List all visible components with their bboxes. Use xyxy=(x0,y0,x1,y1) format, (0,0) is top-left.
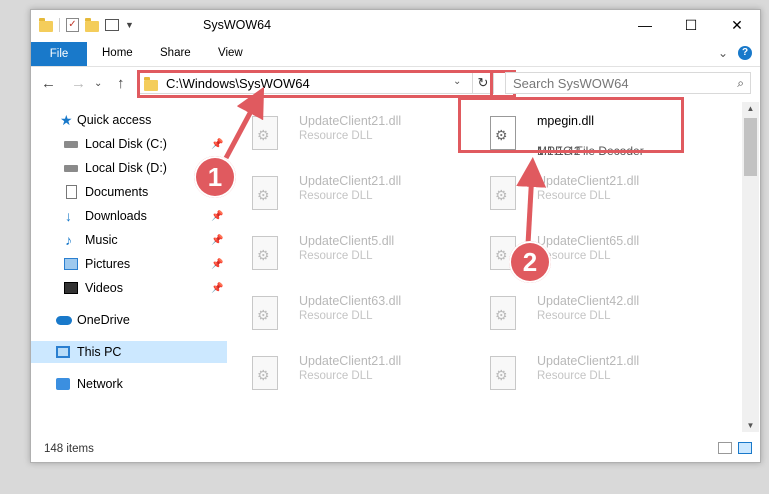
step-badge-2: 2 xyxy=(509,241,551,283)
arrow-step-2 xyxy=(516,157,547,245)
step-badge-1: 1 xyxy=(194,156,236,198)
annotation-arrows xyxy=(223,86,547,245)
arrow-step-1 xyxy=(223,86,265,160)
